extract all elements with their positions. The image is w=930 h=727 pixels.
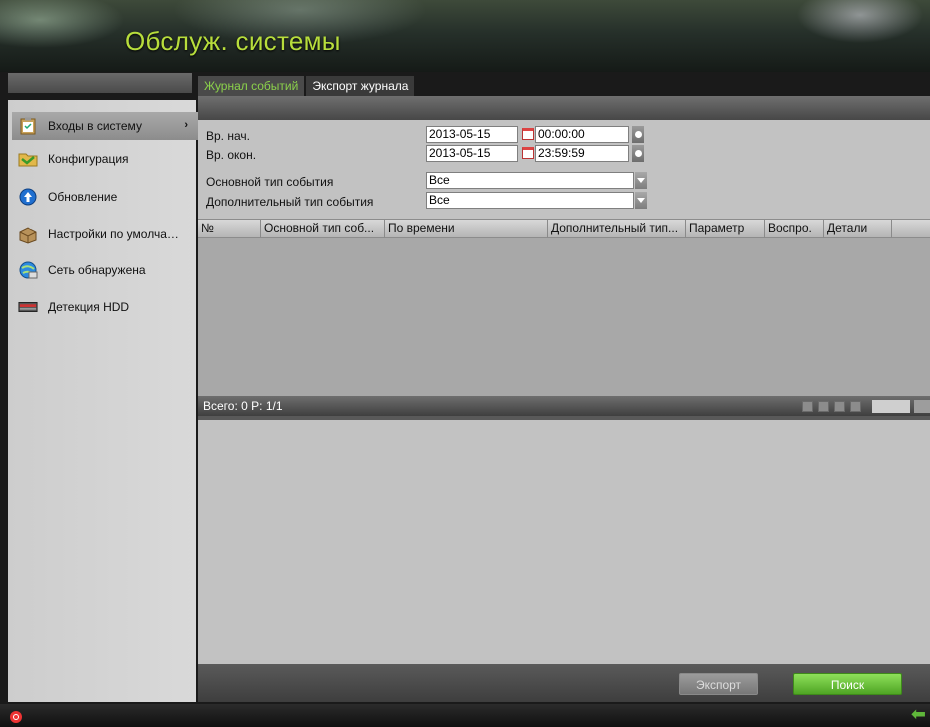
search-button[interactable]: Поиск (793, 673, 902, 695)
tab-event-log[interactable]: Журнал событий (198, 76, 305, 96)
chevron-right-icon: › (184, 119, 188, 131)
sidebar-item-hdd-detection[interactable]: Детекция HDD (12, 293, 198, 321)
start-time-label: Вр. нач. (206, 129, 250, 143)
tab-log-export[interactable]: Экспорт журнала (306, 76, 415, 96)
results-table-body (198, 238, 930, 396)
details-area (198, 420, 930, 664)
column-header-playback[interactable]: Воспро. (765, 220, 824, 238)
sidebar-item-network-detected[interactable]: Сеть обнаружена (12, 256, 198, 284)
column-header-filler (892, 220, 930, 238)
back-arrow-icon[interactable]: ⬅ (911, 704, 926, 725)
sub-type-label: Дополнительный тип события (206, 195, 374, 209)
first-page-icon[interactable] (802, 401, 813, 412)
sidebar-item-label: Сеть обнаружена (48, 263, 146, 277)
sidebar-item-upgrade[interactable]: Обновление (12, 183, 198, 211)
folder-icon (18, 149, 38, 169)
power-icon[interactable] (10, 711, 22, 723)
sidebar-header-bar (8, 73, 192, 93)
sub-type-select[interactable]: Все (426, 192, 634, 209)
go-page-button[interactable] (914, 400, 930, 413)
column-header-no[interactable]: № (198, 220, 261, 238)
network-globe-icon (18, 260, 38, 280)
clipboard-icon (18, 116, 38, 136)
export-button[interactable]: Экспорт (679, 673, 758, 695)
column-header-main-type[interactable]: Основной тип соб... (261, 220, 385, 238)
main-type-select[interactable]: Все (426, 172, 634, 189)
box-icon (18, 224, 38, 244)
tab-bar: Журнал событий Экспорт журнала (198, 76, 416, 96)
calendar-icon[interactable] (522, 128, 534, 140)
main-panel: Вр. нач. 2013-05-15 00:00:00 Вр. окон. 2… (198, 120, 930, 702)
sidebar-item-label: Обновление (48, 190, 118, 204)
sidebar: Входы в систему › Конфигурация Обновлени… (8, 100, 198, 702)
status-bar: ⬅ (0, 704, 930, 727)
sidebar-item-configuration[interactable]: Конфигурация (12, 145, 198, 173)
column-header-details[interactable]: Детали (824, 220, 892, 238)
clock-icon[interactable] (632, 126, 644, 143)
start-time-field[interactable]: 00:00:00 (535, 126, 629, 143)
results-table-header: № Основной тип соб... По времени Дополни… (198, 219, 930, 238)
action-bar: Экспорт Поиск (198, 664, 930, 702)
sidebar-item-label: Настройки по умолчан... (48, 227, 183, 241)
end-date-field[interactable]: 2013-05-15 (426, 145, 518, 162)
sidebar-item-login[interactable]: Входы в систему › (12, 112, 198, 140)
column-header-time[interactable]: По времени (385, 220, 548, 238)
start-date-field[interactable]: 2013-05-15 (426, 126, 518, 143)
sidebar-item-default-settings[interactable]: Настройки по умолчан... (12, 220, 198, 248)
next-page-icon[interactable] (834, 401, 845, 412)
pagination-bar: Всего: 0 P: 1/1 (198, 396, 930, 416)
chevron-down-icon[interactable] (635, 172, 647, 189)
prev-page-icon[interactable] (818, 401, 829, 412)
main-header-bar (198, 96, 930, 120)
column-header-parameter[interactable]: Параметр (686, 220, 765, 238)
calendar-icon[interactable] (522, 147, 534, 159)
end-time-field[interactable]: 23:59:59 (535, 145, 629, 162)
column-header-sub-type[interactable]: Дополнительный тип... (548, 220, 686, 238)
total-count-text: Всего: 0 P: 1/1 (203, 399, 283, 413)
clock-icon[interactable] (632, 145, 644, 162)
page-title: Обслуж. системы (125, 26, 341, 56)
page-number-input[interactable] (872, 400, 910, 413)
sidebar-item-label: Входы в систему (48, 119, 142, 133)
upload-icon (18, 187, 38, 207)
sidebar-item-label: Конфигурация (48, 152, 129, 166)
chevron-down-icon[interactable] (635, 192, 647, 209)
last-page-icon[interactable] (850, 401, 861, 412)
main-type-label: Основной тип события (206, 175, 334, 189)
sidebar-item-label: Детекция HDD (48, 300, 130, 314)
header-banner: Обслуж. системы (0, 0, 930, 72)
end-time-label: Вр. окон. (206, 148, 257, 162)
hdd-icon (18, 297, 38, 317)
